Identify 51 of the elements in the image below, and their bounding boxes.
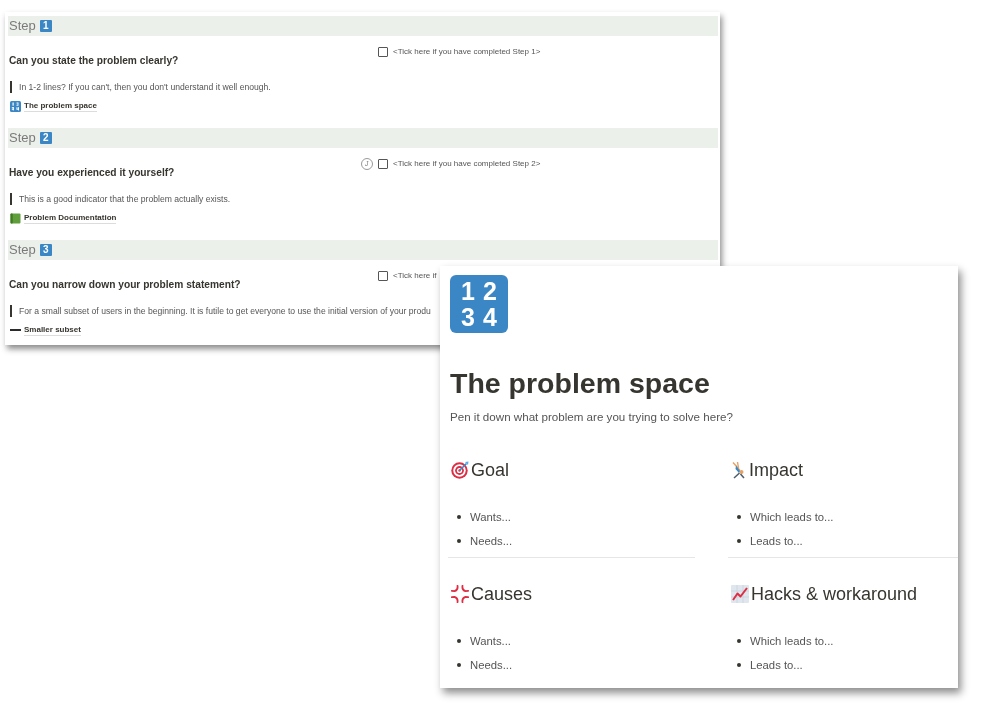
- person-icon: [731, 461, 747, 479]
- bullet-icon: [737, 515, 741, 519]
- section-heading: Hacks & workaround: [751, 583, 918, 605]
- checkbox[interactable]: [378, 159, 388, 169]
- question-text: Can you state the problem clearly?: [9, 54, 179, 68]
- bullet-icon: [457, 539, 461, 543]
- bullet-icon: [737, 539, 741, 543]
- question-text: Have you experienced it yourself?: [9, 166, 175, 180]
- page-subtitle: Pen it down what problem are you trying to solve here?: [450, 409, 733, 425]
- anger-symbol-icon: [451, 585, 469, 603]
- step-number: 1: [39, 20, 52, 32]
- page-title: The problem space: [450, 366, 710, 400]
- bullet-icon: [457, 515, 461, 519]
- checkbox-label: <Tick here if you have completed Step 2>: [393, 158, 541, 170]
- bullet-icon: [737, 639, 741, 643]
- numbers-tile: 1 2 3 4: [450, 275, 508, 333]
- step-label: Step: [9, 130, 36, 146]
- list-item: Needs...: [470, 534, 513, 549]
- quote-text: In 1-2 lines? If you can't, then you don't understand it well enough.: [19, 81, 271, 93]
- checkbox-label: <Tick here if: [393, 270, 437, 282]
- quote-text: For a small subset of users in the beginning. It is futile to get everyone to use the initial version of your produ: [19, 305, 431, 317]
- list-item: Needs...: [470, 658, 513, 673]
- bullet-icon: [457, 663, 461, 667]
- step-number: 2: [39, 132, 52, 144]
- bullet-icon: [737, 663, 741, 667]
- list-item: Leads to...: [750, 658, 803, 673]
- numbers-icon: [10, 100, 21, 112]
- list-item: Leads to...: [750, 534, 803, 549]
- step-label: Step: [9, 242, 36, 258]
- bullet-icon: [457, 639, 461, 643]
- section-heading: Causes: [471, 583, 533, 605]
- question-text: Can you narrow down your problem statement?: [9, 278, 241, 292]
- page-link[interactable]: The problem space: [24, 100, 97, 112]
- list-item: Which leads to...: [750, 634, 834, 649]
- checkbox[interactable]: [378, 271, 388, 281]
- section-heading: Impact: [749, 459, 804, 481]
- page-link[interactable]: Smaller subset: [24, 324, 81, 336]
- section-heading: Goal: [471, 459, 510, 481]
- target-icon: [451, 461, 469, 479]
- list-item: Wants...: [470, 634, 511, 649]
- minus-icon: [10, 329, 21, 331]
- step-label: Step: [9, 18, 36, 34]
- chart-icon: [731, 585, 749, 603]
- book-icon: [10, 212, 21, 224]
- list-item: Wants...: [470, 510, 511, 525]
- quote-text: This is a good indicator that the problem actually exists.: [19, 193, 231, 205]
- list-item: Which leads to...: [750, 510, 834, 525]
- checkbox[interactable]: [378, 47, 388, 57]
- page-link[interactable]: Problem Documentation: [24, 212, 117, 224]
- step-number: 3: [39, 244, 52, 256]
- checkbox-label: <Tick here if you have completed Step 1>: [393, 46, 541, 58]
